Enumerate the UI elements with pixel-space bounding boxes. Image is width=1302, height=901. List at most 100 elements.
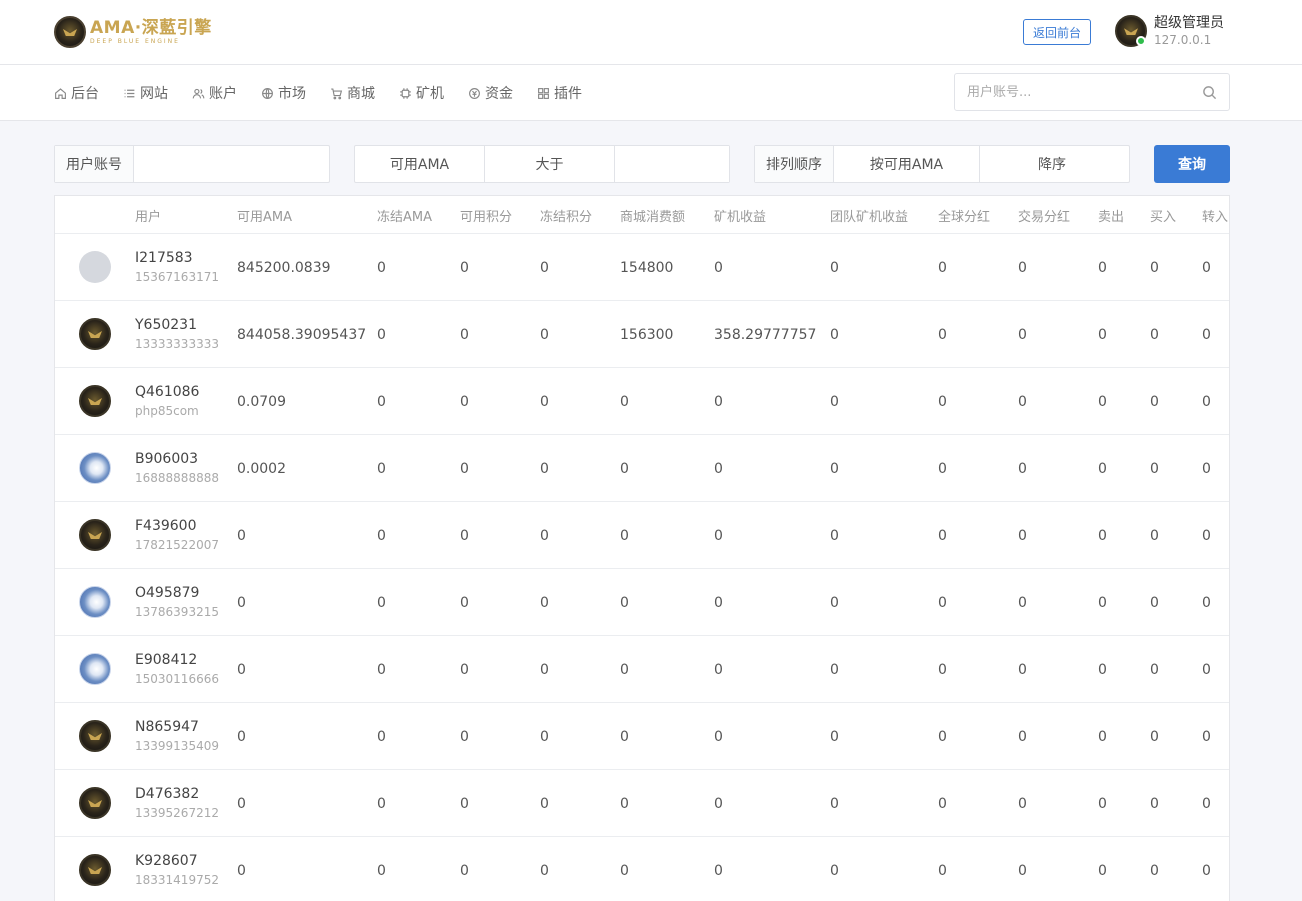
table-cell: 0 (620, 460, 629, 477)
table-row[interactable]: Q461086 php85com 0.0709 0 0 0 0 0 0 0 0 0 0 0 (55, 368, 1229, 435)
table-cell: 0 (377, 326, 386, 343)
sort-filter-label: 排列顺序 (755, 146, 834, 182)
nav-item-dashboard[interactable]: 后台 (54, 83, 99, 103)
table-cell: 0 (540, 460, 549, 477)
table-cell: 0 (1150, 795, 1159, 812)
table-cell: 0 (237, 527, 246, 544)
user-id: I217583 (135, 250, 193, 267)
table-cell: 0 (714, 460, 723, 477)
table-cell: 0 (938, 728, 947, 745)
user-id: D476382 (135, 786, 200, 803)
table-cell: 358.29777757 (714, 326, 817, 343)
table-row[interactable]: F439600 17821522007 0 0 0 0 0 0 0 0 0 0 0 0 (55, 502, 1229, 569)
table-cell: 0 (540, 393, 549, 410)
field-select[interactable]: 可用AMA (355, 146, 485, 182)
table-cell: 0 (460, 259, 469, 276)
table-cell: 0 (540, 527, 549, 544)
table-cell: 0 (1098, 661, 1107, 678)
table-cell: 0 (938, 460, 947, 477)
logo[interactable]: AMA·深藍引擎 DEEP BLUE ENGINE (54, 15, 212, 49)
column-header: 团队矿机收益 (830, 209, 909, 225)
table-header: 用户 可用AMA 冻结AMA 可用积分 冻结积分 商城消费额 矿机收益 团队矿机收益 全球分红 交… (55, 196, 1229, 234)
avatar (79, 519, 111, 551)
user-cell: I217583 15367163171 (135, 234, 219, 301)
globe-icon (261, 87, 274, 100)
avatar (79, 251, 111, 283)
user-account-search-input[interactable] (955, 74, 1185, 110)
table-cell: 0.0709 (237, 393, 286, 410)
account-filter: 用户账号 (54, 145, 330, 183)
table-cell: 0 (1150, 460, 1159, 477)
search-icon[interactable] (1202, 85, 1217, 100)
nav-item-market[interactable]: 市场 (261, 83, 306, 103)
table-cell: 0 (1150, 527, 1159, 544)
user-phone: 15367163171 (135, 269, 219, 284)
table-row[interactable]: Y650231 13333333333 844058.39095437 0 0 0 1563… (55, 301, 1229, 368)
table-cell: 0 (1202, 661, 1211, 678)
logo-title: AMA·深藍引擎 (90, 17, 212, 38)
table-cell: 0 (540, 661, 549, 678)
nav-item-mall[interactable]: 商城 (330, 83, 375, 103)
avatar (79, 318, 111, 350)
table-cell: 0 (1018, 527, 1027, 544)
table-row[interactable]: O495879 13786393215 0 0 0 0 0 0 0 0 0 0 0 0 (55, 569, 1229, 636)
nav-item-miner[interactable]: 矿机 (399, 83, 444, 103)
table-cell: 0 (460, 527, 469, 544)
table-cell: 0 (460, 393, 469, 410)
table-cell: 0 (460, 862, 469, 879)
table-cell: 0 (377, 393, 386, 410)
home-icon (54, 87, 67, 100)
user-phone: 13786393215 (135, 604, 219, 619)
table-cell: 0 (1202, 326, 1211, 343)
table-cell: 0 (460, 795, 469, 812)
cart-icon (330, 87, 343, 100)
admin-profile[interactable]: 超级管理员 127.0.0.1 (1115, 15, 1224, 48)
column-header: 矿机收益 (714, 209, 767, 225)
table-cell: 0 (540, 728, 549, 745)
table-cell: 156300 (620, 326, 674, 343)
table-cell: 0 (830, 326, 839, 343)
table-cell: 0 (714, 259, 723, 276)
user-id: K928607 (135, 853, 198, 870)
compare-operator-select[interactable]: 大于 (485, 146, 615, 182)
back-to-frontend-button[interactable]: 返回前台 (1023, 19, 1091, 45)
table-cell: 0 (377, 460, 386, 477)
table-cell: 0 (714, 594, 723, 611)
nav-item-funds[interactable]: 资金 (468, 83, 513, 103)
table-cell: 0 (1098, 259, 1107, 276)
table-row[interactable]: E908412 15030116666 0 0 0 0 0 0 0 0 0 0 0 0 (55, 636, 1229, 703)
table-row[interactable]: N865947 13399135409 0 0 0 0 0 0 0 0 0 0 0 0 (55, 703, 1229, 770)
user-cell: F439600 17821522007 (135, 502, 219, 569)
nav-item-website[interactable]: 网站 (123, 83, 168, 103)
table-cell: 0 (1202, 594, 1211, 611)
table-cell: 0 (830, 661, 839, 678)
top-header: AMA·深藍引擎 DEEP BLUE ENGINE 返回前台 超级管理员 127… (0, 0, 1302, 65)
nav-item-plugins[interactable]: 插件 (537, 83, 582, 103)
column-header: 冻结AMA (377, 209, 433, 225)
table-cell: 844058.39095437 (237, 326, 367, 343)
table-cell: 0 (938, 862, 947, 879)
table-cell: 0 (938, 795, 947, 812)
table-row[interactable]: B906003 16888888888 0.0002 0 0 0 0 0 0 0 0 0 0 0 (55, 435, 1229, 502)
compare-value-input[interactable] (615, 146, 729, 182)
table-row[interactable]: D476382 13395267212 0 0 0 0 0 0 0 0 0 0 0 0 (55, 770, 1229, 837)
nav-item-accounts[interactable]: 账户 (192, 83, 237, 103)
grid-icon (537, 87, 550, 100)
table-cell: 0 (1150, 326, 1159, 343)
table-cell: 0 (1150, 661, 1159, 678)
user-phone: php85com (135, 403, 199, 418)
table-cell: 0 (1098, 862, 1107, 879)
sort-order-select[interactable]: 降序 (980, 146, 1124, 182)
sort-field-select[interactable]: 按可用AMA (834, 146, 980, 182)
account-filter-input[interactable] (134, 146, 324, 182)
table-cell: 0 (620, 527, 629, 544)
table-cell: 0 (460, 728, 469, 745)
query-button[interactable]: 查询 (1154, 145, 1230, 183)
table-row[interactable]: K928607 18331419752 0 0 0 0 0 0 0 0 0 0 0 0 (55, 837, 1229, 901)
table-cell: 0 (1018, 862, 1027, 879)
table-cell: 0 (540, 795, 549, 812)
user-id: Y650231 (135, 317, 197, 334)
table-cell: 0 (540, 259, 549, 276)
table-row[interactable]: I217583 15367163171 845200.0839 0 0 0 154800 0 0… (55, 234, 1229, 301)
admin-name: 超级管理员 (1154, 15, 1224, 31)
